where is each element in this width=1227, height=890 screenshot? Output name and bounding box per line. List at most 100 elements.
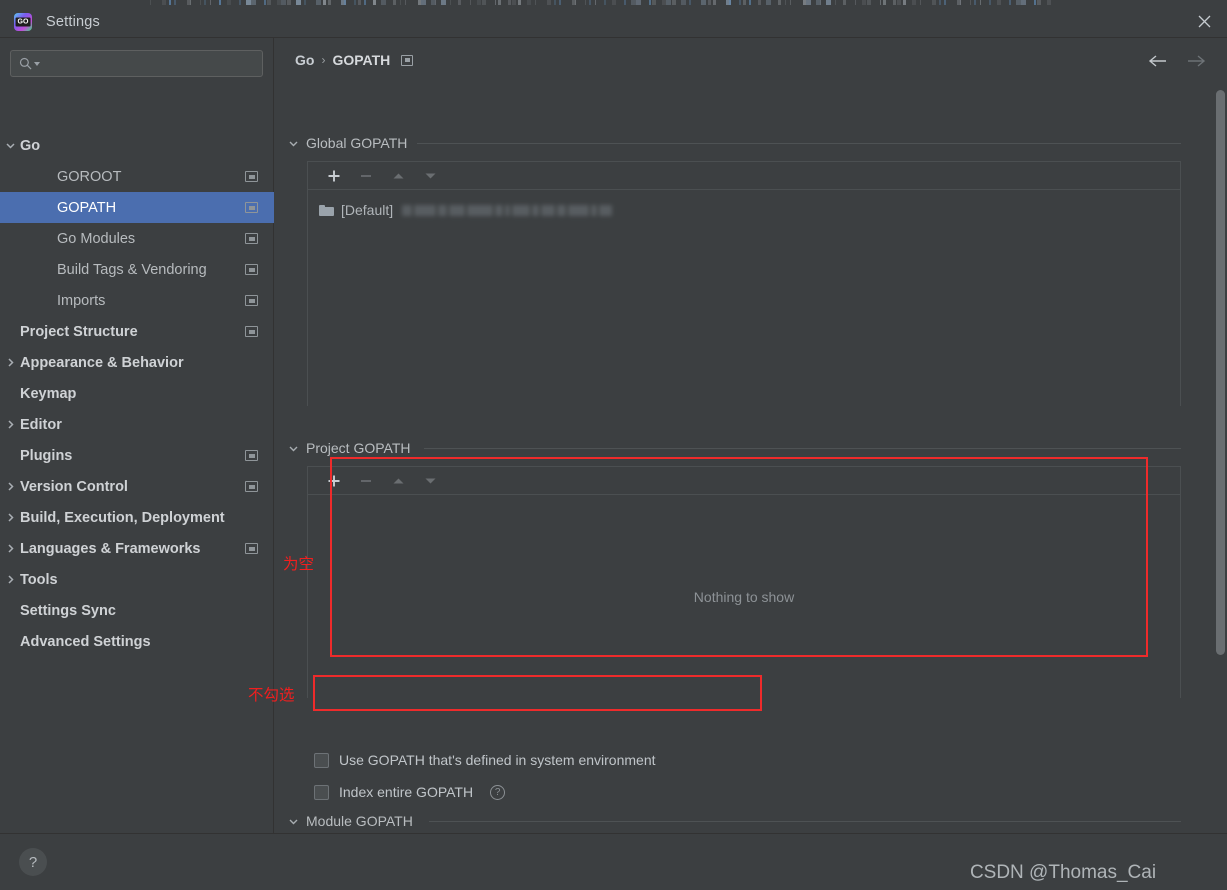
section-divider: [424, 448, 1181, 449]
global-gopath-panel: [Default]: [307, 161, 1181, 414]
redacted-segment: [557, 204, 567, 216]
sidebar-item-keymap[interactable]: Keymap: [0, 378, 274, 409]
project-gopath-list[interactable]: Nothing to show: [308, 495, 1180, 698]
dialog-footer: ? OK Cancel Apply: [0, 833, 1227, 890]
move-up-button[interactable]: [382, 468, 414, 494]
redacted-path: [402, 204, 613, 216]
checkbox-label: Index entire GOPATH: [339, 784, 474, 800]
add-button[interactable]: [318, 163, 350, 189]
question-mark-icon[interactable]: ?: [490, 784, 506, 800]
remove-button[interactable]: [350, 468, 382, 494]
redacted-segment: [599, 204, 613, 216]
chevron-right-icon[interactable]: [2, 510, 18, 526]
add-button[interactable]: [318, 468, 350, 494]
project-gopath-toolbar: [308, 467, 1180, 495]
sidebar-item-tools[interactable]: Tools: [0, 564, 274, 595]
search-input[interactable]: [46, 56, 254, 71]
sidebar-item-label: Tools: [20, 571, 58, 588]
sidebar-item-languages-frameworks[interactable]: Languages & Frameworks: [0, 533, 274, 564]
section-header-module-gopath[interactable]: Module GOPATH: [288, 813, 413, 829]
sidebar-item-build-execution-deployment[interactable]: Build, Execution, Deployment: [0, 502, 274, 533]
settings-tree: Go GOROOT GOPATH Go Modules Build Tags & Ven…: [0, 130, 274, 657]
move-up-button[interactable]: [382, 163, 414, 189]
title-bar: Settings: [0, 6, 1227, 38]
checkbox-index-entire-gopath[interactable]: Index entire GOPATH ?: [314, 784, 506, 800]
chevron-right-icon[interactable]: [2, 479, 18, 495]
chevron-down-icon: [288, 816, 299, 827]
arrow-right-icon[interactable]: [1185, 50, 1207, 72]
goland-icon: [14, 12, 32, 31]
chevron-down-icon: [288, 443, 299, 454]
section-header-global-gopath[interactable]: Global GOPATH: [288, 135, 407, 151]
sidebar-item-project-structure[interactable]: Project Structure: [0, 316, 274, 347]
chevron-right-icon[interactable]: [2, 417, 18, 433]
sidebar-item-editor[interactable]: Editor: [0, 409, 274, 440]
project-scope-badge-icon: [245, 202, 258, 213]
global-gopath-list[interactable]: [Default]: [308, 198, 1180, 414]
move-down-button[interactable]: [414, 468, 446, 494]
project-scope-badge-icon: [245, 450, 258, 461]
sidebar-item-goroot[interactable]: GOROOT: [0, 161, 274, 192]
section-header-project-gopath[interactable]: Project GOPATH: [288, 440, 411, 456]
remove-button[interactable]: [350, 163, 382, 189]
chevron-down-icon[interactable]: [2, 138, 18, 154]
content-scrollbar[interactable]: [1216, 90, 1225, 655]
sidebar-item-imports[interactable]: Imports: [0, 285, 274, 316]
sidebar-item-label: Build, Execution, Deployment: [20, 509, 225, 526]
breadcrumb-leaf: GOPATH: [332, 52, 391, 68]
sidebar-item-version-control[interactable]: Version Control: [0, 471, 274, 502]
annotation-text-empty: 为空: [283, 555, 315, 573]
sidebar-item-plugins[interactable]: Plugins: [0, 440, 274, 471]
breadcrumb-separator: ›: [321, 53, 326, 67]
project-scope-badge-icon: [245, 543, 258, 554]
project-scope-badge-icon: [245, 233, 258, 244]
sidebar-item-go[interactable]: Go: [0, 130, 274, 161]
sidebar-item-advanced-settings[interactable]: Advanced Settings: [0, 626, 274, 657]
search-icon: [19, 57, 32, 70]
sidebar-item-label: GOPATH: [57, 199, 117, 216]
sidebar-item-go-modules[interactable]: Go Modules: [0, 223, 274, 254]
checkbox-box[interactable]: [314, 752, 329, 768]
window-title: Settings: [46, 13, 100, 30]
sidebar-item-label: Settings Sync: [20, 602, 116, 619]
sidebar-item-label: Plugins: [20, 447, 73, 464]
sidebar-item-settings-sync[interactable]: Settings Sync: [0, 595, 274, 626]
global-gopath-toolbar: [308, 162, 1180, 190]
redacted-segment: [467, 204, 494, 216]
breadcrumb-root[interactable]: Go: [295, 52, 314, 68]
checkbox-use-system-gopath[interactable]: Use GOPATH that's defined in system envi…: [314, 752, 656, 768]
chevron-right-icon[interactable]: [2, 355, 18, 371]
chevron-right-icon[interactable]: [2, 572, 18, 588]
folder-icon: [319, 204, 334, 216]
checkbox-box[interactable]: [314, 784, 329, 800]
arrow-left-icon[interactable]: [1146, 50, 1168, 72]
redacted-segment: [495, 204, 504, 216]
sidebar-item-label: Advanced Settings: [20, 633, 151, 650]
move-down-button[interactable]: [414, 163, 446, 189]
sidebar-item-gopath[interactable]: GOPATH: [0, 192, 274, 223]
chevron-right-icon[interactable]: [2, 541, 18, 557]
empty-state-text: Nothing to show: [693, 588, 795, 605]
sidebar-item-build-tags-vendoring[interactable]: Build Tags & Vendoring: [0, 254, 274, 285]
close-icon[interactable]: [1181, 6, 1227, 37]
list-item-label: [Default]: [341, 202, 394, 218]
search-dropdown-caret-icon[interactable]: [34, 61, 40, 66]
project-scope-badge-icon: [245, 326, 258, 337]
redacted-segment: [414, 204, 437, 216]
search-box[interactable]: [10, 50, 263, 77]
sidebar-item-label: Go: [20, 137, 41, 154]
list-item[interactable]: [Default]: [308, 198, 1180, 222]
help-button[interactable]: ?: [19, 848, 47, 876]
sidebar-item-label: Languages & Frameworks: [20, 540, 201, 557]
chevron-down-icon: [288, 138, 299, 149]
project-scope-badge-icon: [245, 264, 258, 275]
sidebar-item-appearance-behavior[interactable]: Appearance & Behavior: [0, 347, 274, 378]
sidebar-item-label: GOROOT: [57, 168, 122, 185]
sidebar-item-label: Imports: [57, 292, 106, 309]
